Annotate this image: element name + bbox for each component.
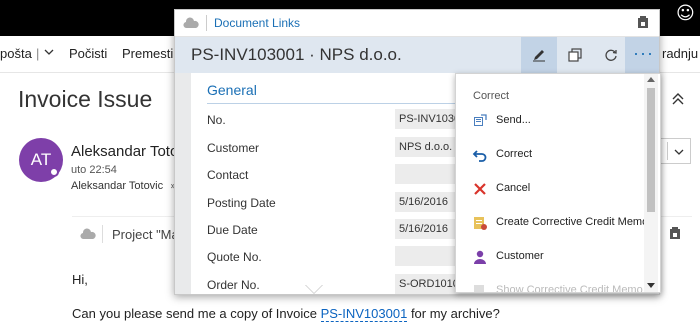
menu-item-label: Show Corrective Credit Memo: [496, 284, 643, 293]
addin-label: Project "Ma: [112, 227, 179, 242]
field-label-posting-date: Posting Date: [207, 196, 276, 210]
field-label-due-date: Due Date: [207, 223, 258, 237]
field-label-no: No.: [207, 113, 226, 127]
refresh-button[interactable]: [593, 37, 629, 73]
menu-scroll-thumb[interactable]: [647, 88, 655, 212]
command-move[interactable]: Premesti: [122, 46, 173, 61]
addin-divider: [102, 225, 103, 243]
field-label-contact: Contact: [207, 168, 249, 182]
menu-item-customer[interactable]: Customer: [456, 242, 644, 272]
command-more-actions[interactable]: radnju: [662, 46, 698, 61]
field-value-due-date[interactable]: 5/16/2016: [395, 219, 459, 239]
user-avatar-icon[interactable]: ☺: [676, 5, 695, 23]
presence-icon: [49, 167, 59, 177]
ellipsis-icon: ···: [633, 43, 654, 63]
menu-item-correct[interactable]: Correct: [456, 140, 644, 170]
menu-item-label: Send...: [496, 114, 531, 126]
cloud-icon: [183, 16, 199, 34]
field-value-no[interactable]: PS-INV1030: [395, 109, 459, 129]
field-value-posting-date[interactable]: 5/16/2016: [395, 192, 459, 212]
scroll-up-arrow-icon[interactable]: [647, 77, 655, 82]
header-divider: [206, 15, 207, 31]
field-value-customer[interactable]: NPS d.o.o.: [395, 137, 459, 157]
general-form: General No. PS-INV1030 Customer NPS d.o.…: [191, 73, 459, 294]
popup-pointer: [305, 284, 323, 293]
menu-item-cancel[interactable]: Cancel: [456, 174, 644, 204]
menu-item-create-corrective-credit-memo[interactable]: Create Corrective Credit Memo: [456, 208, 648, 238]
document-icon[interactable]: [637, 15, 649, 34]
menu-item-send[interactable]: Send...: [456, 106, 644, 136]
field-label-customer: Customer: [207, 141, 260, 155]
field-value-order-no[interactable]: S-ORD1010: [395, 274, 459, 294]
chevron-down-icon[interactable]: [673, 145, 685, 163]
edit-button[interactable]: [521, 37, 557, 73]
menu-item-label: Cancel: [496, 182, 531, 194]
show-memo-icon: [472, 283, 488, 292]
command-separator: |: [36, 46, 40, 61]
record-title-bar: PS-INV103001 · NPS d.o.o. ···: [175, 37, 659, 73]
popup-header: Document Links: [175, 10, 659, 37]
actions-menu: Correct Send... Correct Cancel Create Co…: [455, 73, 661, 293]
field-value-quote-no[interactable]: [395, 246, 459, 266]
collapse-chevron-up-icon[interactable]: [671, 92, 685, 106]
invoice-link[interactable]: PS-INV103001: [320, 306, 408, 322]
menu-item-label: Correct: [496, 148, 533, 160]
message-greeting: Hi,: [72, 272, 88, 287]
scroll-down-arrow-icon[interactable]: [647, 283, 655, 288]
menu-item-show-corrective-credit-memo[interactable]: Show Corrective Credit Memo: [456, 276, 644, 293]
message-subject: Invoice Issue: [18, 86, 153, 112]
field-label-order-no: Order No.: [207, 278, 260, 292]
document-icon[interactable]: [669, 226, 681, 245]
message-recipient: Aleksandar Totovic »: [71, 180, 176, 192]
open-in-new-window-button[interactable]: [557, 37, 593, 73]
body-text-end: for my archive?: [407, 306, 500, 321]
body-text: Can you please send me a copy of Invoice: [72, 306, 321, 321]
cancel-icon: [472, 181, 488, 197]
menu-group-header: Correct: [473, 90, 510, 102]
reply-divider: [667, 142, 668, 160]
field-value-contact[interactable]: [395, 164, 459, 184]
recipient-name[interactable]: Aleksandar Totovic: [71, 180, 163, 192]
chevron-down-icon[interactable]: [44, 45, 54, 60]
record-title: PS-INV103001 · NPS d.o.o.: [191, 45, 402, 64]
menu-item-label: Customer: [496, 250, 544, 262]
more-actions-button[interactable]: ···: [625, 37, 659, 73]
message-time: uto 22:54: [71, 164, 117, 176]
menu-item-label: Create Corrective Credit Memo: [496, 216, 649, 228]
command-clear[interactable]: Počisti: [69, 46, 107, 61]
command-delete-mail[interactable]: pošta: [0, 46, 32, 61]
customer-icon: [472, 249, 488, 265]
section-divider: [207, 103, 459, 104]
credit-memo-icon: [472, 215, 488, 231]
send-icon: [472, 113, 488, 129]
popup-title: Document Links: [214, 16, 301, 30]
undo-icon: [472, 147, 488, 163]
cloud-icon: [80, 227, 96, 245]
message-body: Can you please send me a copy of Invoice…: [72, 306, 500, 322]
section-title[interactable]: General: [207, 82, 257, 98]
field-label-quote-no: Quote No.: [207, 250, 262, 264]
